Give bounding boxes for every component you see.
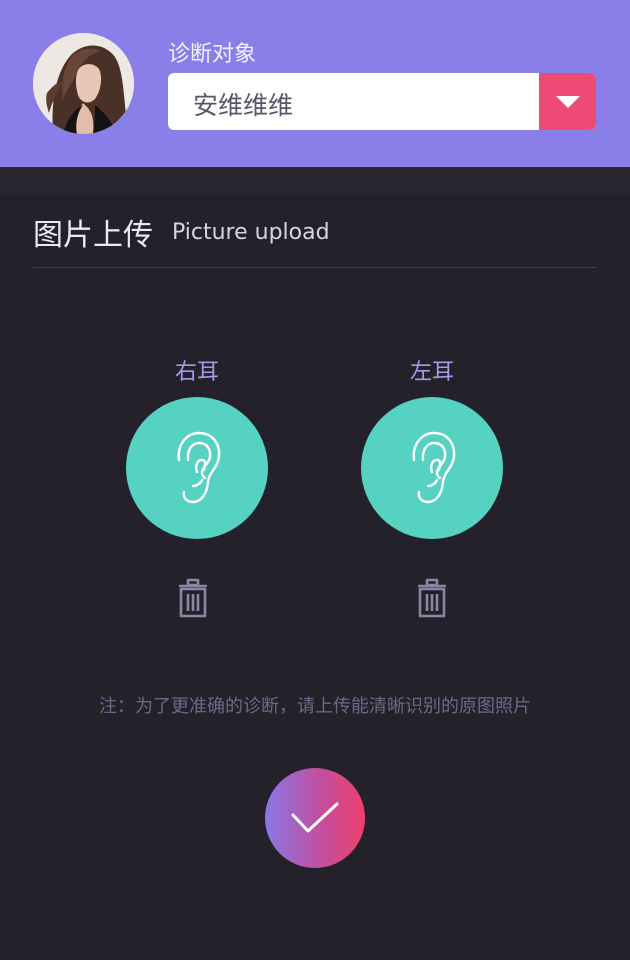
checkmark-icon bbox=[291, 802, 339, 833]
dropdown-button[interactable] bbox=[539, 73, 596, 130]
avatar-image bbox=[33, 33, 134, 134]
confirm-button[interactable] bbox=[265, 768, 365, 868]
section-divider bbox=[33, 267, 596, 268]
left-ear-delete-button[interactable] bbox=[416, 578, 448, 618]
right-ear-upload-button[interactable] bbox=[126, 397, 268, 539]
right-ear-delete-button[interactable] bbox=[177, 578, 209, 618]
header-bar: 诊断对象 安维维维 bbox=[0, 0, 630, 167]
header-shadow-strip bbox=[0, 167, 630, 193]
selected-patient-name: 安维维维 bbox=[193, 91, 294, 120]
left-ear-upload-button[interactable] bbox=[361, 397, 503, 539]
patient-select[interactable]: 安维维维 bbox=[168, 73, 596, 130]
section-subtitle: Picture upload bbox=[172, 220, 330, 245]
caret-down-icon bbox=[555, 95, 580, 108]
diagnosis-target-label: 诊断对象 bbox=[168, 42, 257, 67]
upload-note: 注：为了更准确的诊断，请上传能清晰识别的原图照片 bbox=[99, 696, 531, 717]
trash-icon bbox=[179, 578, 207, 618]
trash-icon bbox=[418, 578, 446, 618]
ear-icon bbox=[177, 431, 221, 504]
left-ear-label: 左耳 bbox=[409, 360, 454, 385]
right-ear-label: 右耳 bbox=[174, 360, 219, 385]
avatar[interactable] bbox=[33, 33, 134, 134]
ear-icon bbox=[412, 431, 456, 504]
section-title: 图片上传 bbox=[33, 218, 153, 253]
